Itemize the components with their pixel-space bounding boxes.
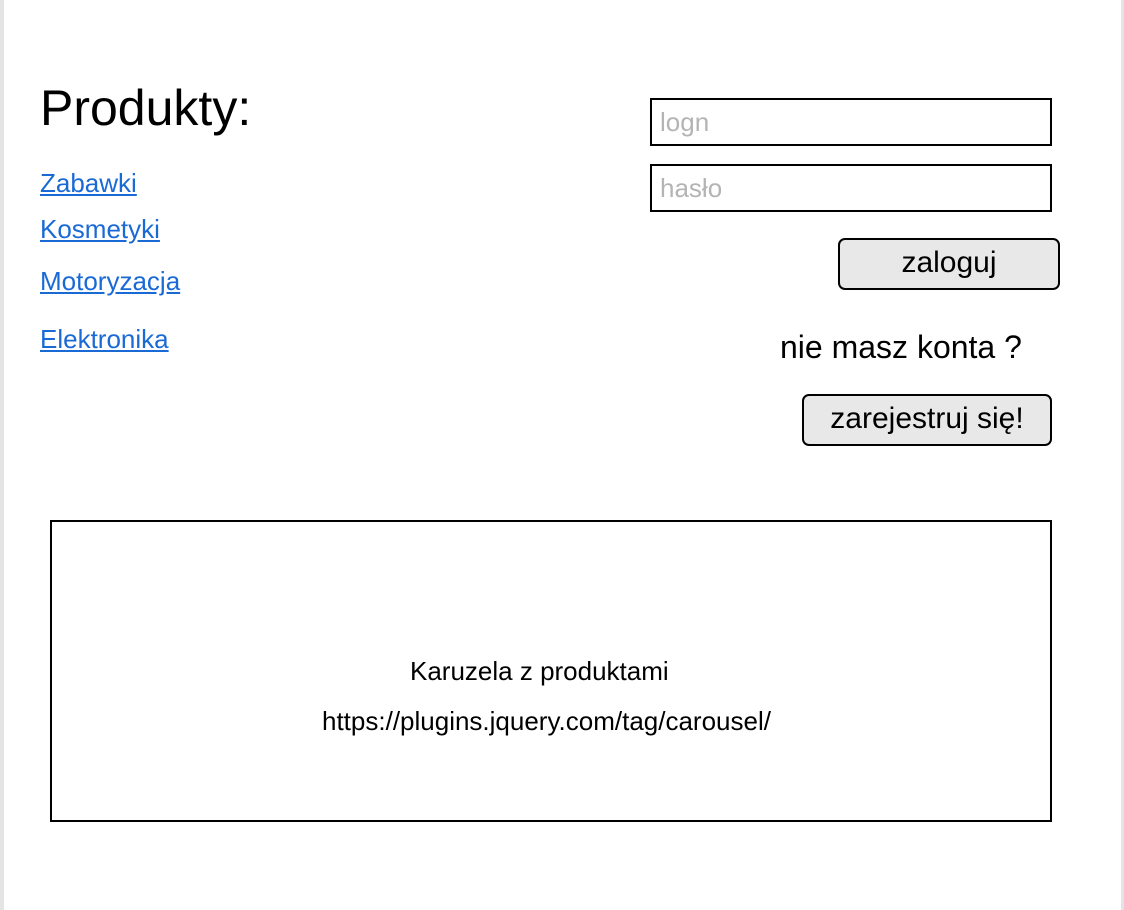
category-link-elektronika[interactable]: Elektronika (40, 324, 169, 354)
category-link-motoryzacja[interactable]: Motoryzacja (40, 266, 180, 296)
login-input[interactable]: logn (650, 98, 1052, 146)
products-heading: Produkty: (40, 80, 252, 136)
page: Produkty: Zabawki Kosmetyki Motoryzacja … (0, 0, 1124, 910)
password-placeholder: hasło (660, 173, 723, 203)
login-button[interactable]: zaloguj (838, 238, 1060, 290)
product-carousel: Karuzela z produktami https://plugins.jq… (50, 520, 1052, 822)
password-input[interactable]: hasło (650, 164, 1052, 212)
carousel-title: Karuzela z produktami (410, 656, 669, 686)
login-placeholder: logn (660, 107, 710, 137)
register-button[interactable]: zarejestruj się! (802, 394, 1052, 446)
carousel-link-text: https://plugins.jquery.com/tag/carousel/ (322, 706, 771, 736)
category-link-kosmetyki[interactable]: Kosmetyki (40, 214, 160, 244)
no-account-text: nie masz konta ? (780, 329, 1022, 365)
category-link-zabawki[interactable]: Zabawki (40, 168, 137, 198)
left-border (0, 0, 4, 910)
